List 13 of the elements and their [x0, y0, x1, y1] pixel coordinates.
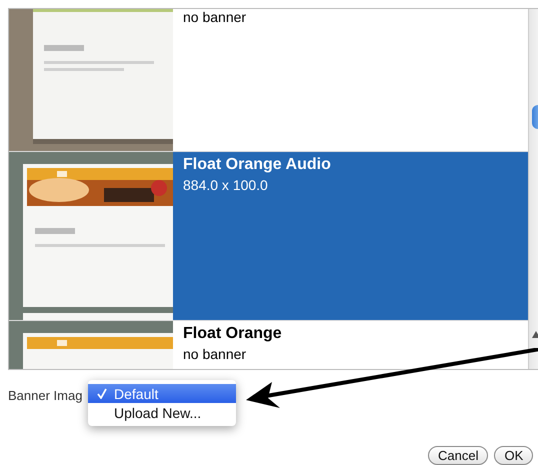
- banner-size: no banner: [183, 9, 246, 25]
- ok-button[interactable]: OK: [494, 446, 534, 465]
- scroll-up-icon[interactable]: [532, 331, 538, 338]
- menu-item[interactable]: Upload New...: [88, 403, 236, 422]
- checkmark-icon: [97, 388, 107, 399]
- banner-name: Float Orange: [183, 325, 282, 343]
- cancel-button[interactable]: Cancel: [428, 446, 488, 465]
- banner-image-label: Banner Imag: [8, 388, 82, 403]
- menu-item[interactable]: Default: [88, 384, 236, 403]
- banner-size: no banner: [183, 346, 248, 362]
- banner-size: 884.0 x 100.0: [183, 177, 269, 193]
- banner-row[interactable]: no banner: [9, 9, 528, 152]
- banner-name: Float Orange Audio: [183, 156, 331, 174]
